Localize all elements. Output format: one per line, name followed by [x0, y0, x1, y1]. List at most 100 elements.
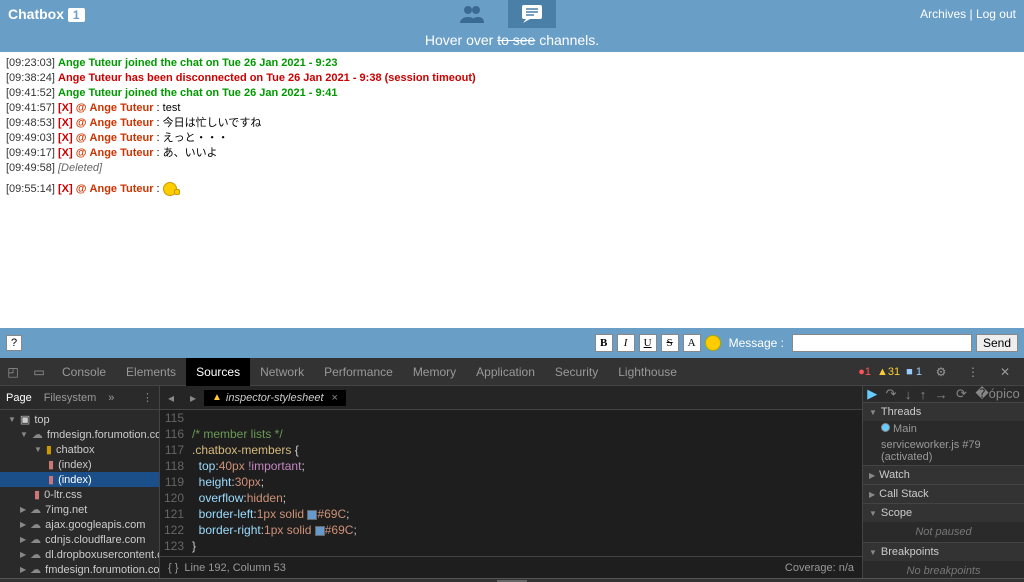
nav-tab-page[interactable]: Page [6, 392, 32, 404]
timestamp: [09:49:03] [6, 132, 55, 144]
code-line: 117.chatbox-members { [160, 442, 862, 458]
devtools-tab-memory[interactable]: Memory [403, 358, 466, 386]
username[interactable]: Ange Tuteur [90, 117, 154, 129]
tree-item[interactable]: ▮0-ltr.css [0, 487, 159, 502]
nav-menu-icon[interactable]: ⋮ [142, 391, 153, 404]
delete-button[interactable]: [X] [58, 147, 73, 159]
username[interactable]: Ange Tuteur [90, 183, 154, 195]
editor-tab[interactable]: ▲ inspector-stylesheet × [204, 390, 346, 406]
devtools-tab-sources[interactable]: Sources [186, 358, 250, 386]
line-number: 117 [160, 442, 192, 458]
debug-section: ▶Call Stack [863, 485, 1024, 504]
devtools-tab-network[interactable]: Network [250, 358, 314, 386]
username[interactable]: Ange Tuteur [90, 147, 154, 159]
debug-item[interactable]: serviceworker.js #79 (activated) [863, 437, 1024, 465]
strike-button[interactable]: S [661, 334, 679, 352]
tree-label: (index) [58, 474, 92, 486]
debug-section-header[interactable]: ▼Threads [863, 403, 1024, 421]
devtools-tab-elements[interactable]: Elements [116, 358, 186, 386]
debug-item[interactable]: Main [863, 421, 1024, 437]
debug-section-header[interactable]: ▼Breakpoints [863, 543, 1024, 561]
brackets-icon[interactable]: { } [168, 562, 178, 574]
warning-badge[interactable]: ▲31 [877, 366, 900, 378]
code-line: 120 overflow:hidden; [160, 490, 862, 506]
step-icon[interactable]: → [935, 387, 948, 402]
archives-link[interactable]: Archives [920, 7, 966, 21]
help-button[interactable]: ? [6, 335, 22, 351]
separator: : [154, 147, 163, 159]
info-badge[interactable]: ■ 1 [906, 366, 922, 378]
chat-tab[interactable] [508, 0, 556, 28]
at-symbol: @ [76, 147, 87, 159]
tree-item[interactable]: ▼☁fmdesign.forumotion.com [0, 427, 159, 442]
error-badge[interactable]: ●1 [858, 366, 871, 378]
tree-label: chatbox [56, 444, 95, 456]
debug-section-header[interactable]: ▶Watch [863, 466, 1024, 484]
devtools-tab-application[interactable]: Application [466, 358, 545, 386]
tree-item[interactable]: ▼▣top [0, 412, 159, 427]
step-over-icon[interactable]: ↷ [886, 386, 897, 402]
step-out-icon[interactable]: ↑ [920, 387, 927, 402]
debug-section-header[interactable]: ▼Scope [863, 504, 1024, 522]
devtools-tab-performance[interactable]: Performance [314, 358, 403, 386]
code-line: 123} [160, 538, 862, 554]
devtools-tab-bar: ◰ ▭ ConsoleElementsSourcesNetworkPerform… [0, 358, 1024, 386]
tree-item[interactable]: ▶☁cdnjs.cloudflare.com [0, 532, 159, 547]
underline-button[interactable]: U [639, 334, 657, 352]
message-line: [09:49:17] [X] @ Ange Tuteur : あ、いいよ [6, 146, 1018, 161]
italic-button[interactable]: I [617, 334, 635, 352]
system-join: Ange Tuteur joined the chat on Tue 26 Ja… [58, 57, 338, 69]
close-icon[interactable]: ✕ [992, 359, 1018, 385]
tree-item[interactable]: ▮(index) [0, 457, 159, 472]
editor-status-bar: { } Line 192, Column 53 Coverage: n/a [160, 556, 862, 578]
code-editor[interactable]: 115116/* member lists */117.chatbox-memb… [160, 410, 862, 556]
device-icon[interactable]: ▭ [26, 359, 52, 385]
tree-item[interactable]: ▶☁dl.dropboxusercontent.com [0, 547, 159, 562]
nav-tab-more[interactable]: » [108, 392, 114, 404]
navigator-tabs: Page Filesystem » ⋮ [0, 386, 159, 410]
debug-empty: Not paused [863, 522, 1024, 542]
system-join: Ange Tuteur joined the chat on Tue 26 Ja… [58, 87, 338, 99]
inspect-icon[interactable]: ◰ [0, 359, 26, 385]
color-button[interactable]: A [683, 334, 701, 352]
resume-icon[interactable]: ▶ [867, 386, 877, 402]
tree-item[interactable]: ▶☁fmdesign.forumotion.com [0, 562, 159, 577]
step-into-icon[interactable]: ↓ [905, 387, 912, 402]
devtools-tab-security[interactable]: Security [545, 358, 608, 386]
more-icon[interactable]: ⋮ [960, 359, 986, 385]
editor-tab-label: inspector-stylesheet [226, 392, 324, 404]
delete-button[interactable]: [X] [58, 183, 73, 195]
send-button[interactable]: Send [976, 334, 1018, 352]
tree-item[interactable]: ▶☁ajax.googleapis.com [0, 517, 159, 532]
delete-button[interactable]: [X] [58, 132, 73, 144]
drawer-handle[interactable] [0, 578, 1024, 582]
bold-button[interactable]: B [595, 334, 613, 352]
close-tab-icon[interactable]: × [332, 392, 338, 404]
username[interactable]: Ange Tuteur [90, 132, 154, 144]
logout-link[interactable]: Log out [976, 7, 1016, 21]
members-bar[interactable]: Hover over to see channels. [0, 28, 1024, 52]
username[interactable]: Ange Tuteur [90, 102, 154, 114]
users-tab[interactable] [448, 0, 496, 28]
smiley-button[interactable] [705, 335, 721, 351]
debug-section-header[interactable]: ▶Call Stack [863, 485, 1024, 503]
nav-back-icon[interactable]: ◂ [160, 391, 182, 405]
timestamp: [09:48:53] [6, 117, 55, 129]
code-line: 115 [160, 410, 862, 426]
devtools-tab-lighthouse[interactable]: Lighthouse [608, 358, 687, 386]
pause-exc-icon[interactable]: �ópico [975, 386, 1019, 402]
nav-tab-filesystem[interactable]: Filesystem [44, 392, 97, 404]
settings-icon[interactable]: ⚙ [928, 359, 954, 385]
tree-item[interactable]: ▮(index) [0, 472, 159, 487]
separator: : [154, 132, 163, 144]
nav-fwd-icon[interactable]: ▸ [182, 391, 204, 405]
delete-button[interactable]: [X] [58, 117, 73, 129]
tree-item[interactable]: ▶☁7img.net [0, 502, 159, 517]
line-number: 121 [160, 506, 192, 522]
devtools-tab-console[interactable]: Console [52, 358, 116, 386]
deactivate-icon[interactable]: ⟳ [956, 386, 967, 402]
message-area: [09:23:03] Ange Tuteur joined the chat o… [0, 52, 1024, 328]
tree-item[interactable]: ▼▮chatbox [0, 442, 159, 457]
message-input[interactable] [792, 334, 972, 352]
delete-button[interactable]: [X] [58, 102, 73, 114]
